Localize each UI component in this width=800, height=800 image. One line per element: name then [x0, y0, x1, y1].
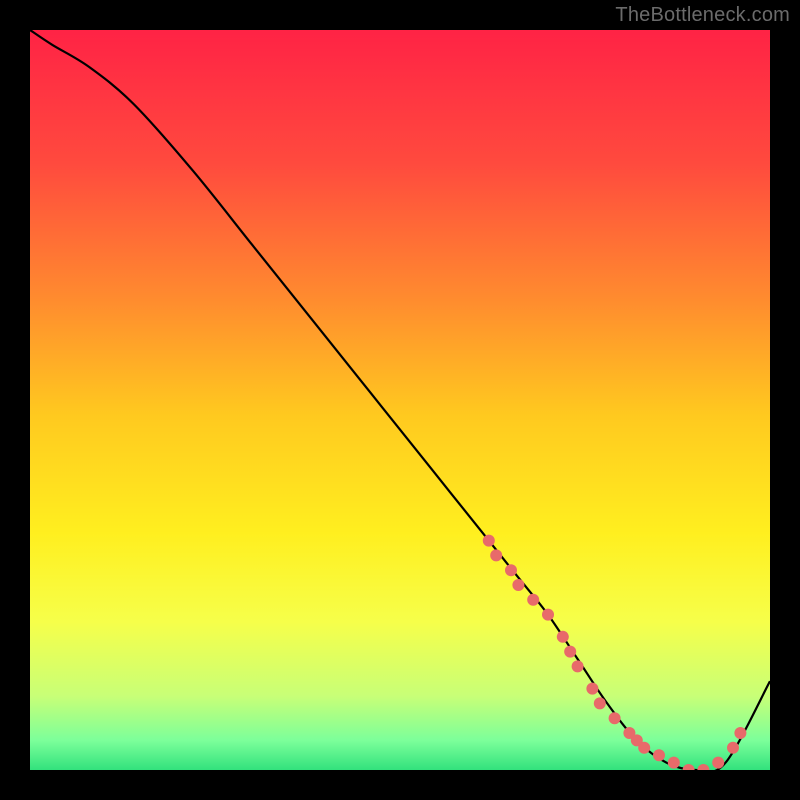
- marker-dot: [527, 594, 539, 606]
- marker-dot: [712, 757, 724, 769]
- marker-dot: [638, 742, 650, 754]
- marker-dot: [483, 535, 495, 547]
- chart-svg: [0, 0, 800, 800]
- marker-dot: [609, 712, 621, 724]
- marker-dot: [668, 757, 680, 769]
- marker-dot: [542, 609, 554, 621]
- marker-dot: [586, 683, 598, 695]
- plot-background: [30, 30, 770, 770]
- marker-dot: [490, 549, 502, 561]
- chart-root: TheBottleneck.com: [0, 0, 800, 800]
- marker-dot: [653, 749, 665, 761]
- marker-dot: [727, 742, 739, 754]
- marker-dot: [564, 646, 576, 658]
- marker-dot: [594, 697, 606, 709]
- marker-dot: [734, 727, 746, 739]
- marker-dot: [572, 660, 584, 672]
- marker-dot: [505, 564, 517, 576]
- marker-dot: [557, 631, 569, 643]
- marker-dot: [512, 579, 524, 591]
- watermark-label: TheBottleneck.com: [615, 4, 790, 27]
